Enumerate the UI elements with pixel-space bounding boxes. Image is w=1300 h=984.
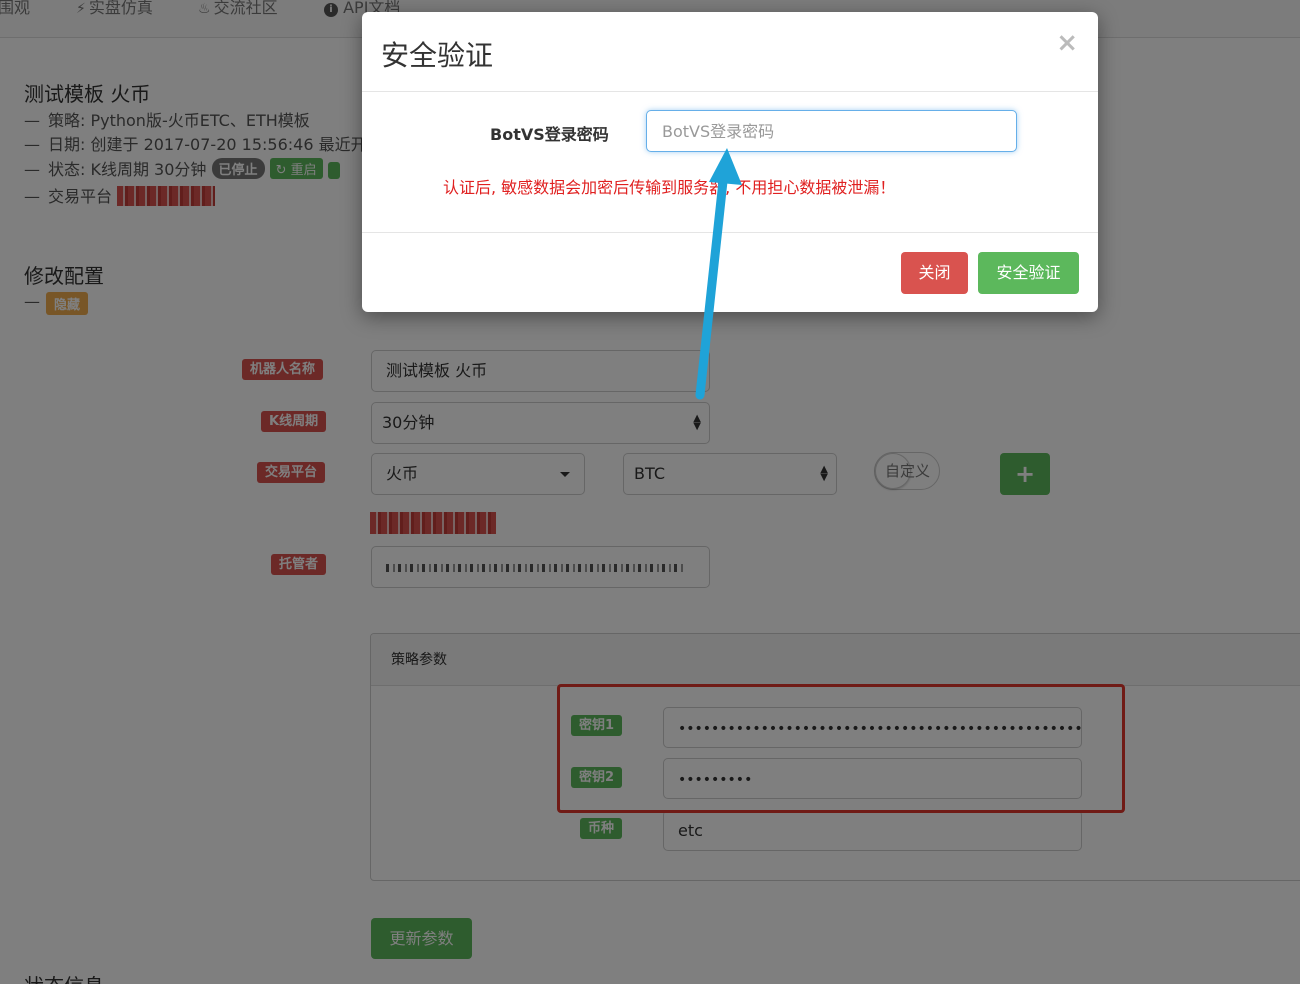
modal-footer-divider <box>362 232 1098 233</box>
modal-header: 安全验证 × <box>362 12 1098 92</box>
security-warning: 认证后, 敏感数据会加密后传输到服务器, 不用担心数据被泄漏！ <box>443 178 896 197</box>
close-icon[interactable]: × <box>1056 28 1078 58</box>
close-button[interactable]: 关闭 <box>901 252 968 294</box>
security-verify-modal: 安全验证 × BotVS登录密码 认证后, 敏感数据会加密后传输到服务器, 不用… <box>362 12 1098 312</box>
verify-button[interactable]: 安全验证 <box>978 252 1079 294</box>
password-input[interactable] <box>646 110 1017 152</box>
modal-title: 安全验证 <box>381 39 494 72</box>
robot-page: 围观 ⚡实盘仿真 ♨交流社区 i API文档 测试模板 火币 —策略: Pyth… <box>0 0 1300 984</box>
password-label: BotVS登录密码 <box>490 125 609 144</box>
